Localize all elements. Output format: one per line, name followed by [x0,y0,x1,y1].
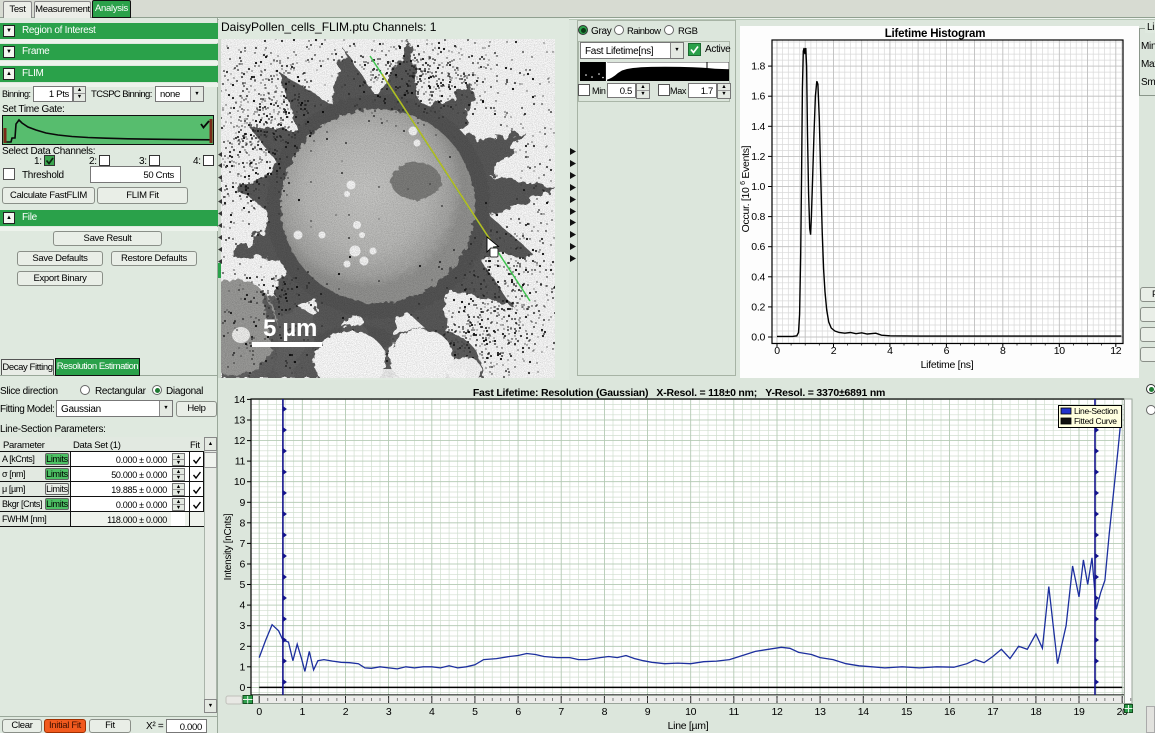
svg-text:6: 6 [944,345,950,357]
svg-text:3: 3 [239,620,245,632]
svg-text:1.2: 1.2 [751,151,765,163]
svg-text:0: 0 [774,345,780,357]
svg-text:0.8: 0.8 [751,211,765,223]
svg-text:8: 8 [602,706,608,718]
svg-text:15: 15 [901,706,913,718]
svg-text:2: 2 [239,641,245,653]
svg-text:18: 18 [1030,706,1042,718]
svg-text:5: 5 [472,706,478,718]
svg-text:3: 3 [386,706,392,718]
svg-text:5: 5 [239,579,245,591]
svg-text:12: 12 [234,435,246,447]
svg-text:9: 9 [239,497,245,509]
svg-text:Intensity [nCnts]: Intensity [nCnts] [223,513,234,580]
svg-text:Occur. [10 6 Events]: Occur. [10 6 Events] [740,145,752,232]
svg-text:19: 19 [1073,706,1085,718]
svg-text:1: 1 [239,661,245,673]
svg-text:11: 11 [235,456,246,468]
svg-text:14: 14 [858,706,870,718]
svg-text:7: 7 [239,538,245,550]
svg-text:6: 6 [515,706,521,718]
svg-text:6: 6 [239,559,245,571]
svg-text:10: 10 [234,476,246,488]
svg-text:11: 11 [729,706,740,718]
svg-text:2: 2 [343,706,349,718]
svg-text:Lifetime [ns]: Lifetime [ns] [921,359,974,371]
svg-text:Fast Lifetime: Resolution (Gau: Fast Lifetime: Resolution (Gaussian) X-R… [473,387,885,399]
svg-text:1.0: 1.0 [751,181,765,193]
svg-text:14: 14 [234,394,246,406]
svg-text:13: 13 [815,706,827,718]
svg-text:4: 4 [887,345,893,357]
svg-text:1: 1 [300,706,306,718]
svg-text:7: 7 [558,706,564,718]
svg-text:9: 9 [645,706,651,718]
svg-text:Line-Section: Line-Section [1074,406,1118,416]
svg-text:Line [µm]: Line [µm] [668,720,709,732]
svg-text:0: 0 [239,682,245,694]
svg-text:17: 17 [987,706,999,718]
svg-text:4: 4 [429,706,435,718]
svg-text:1.4: 1.4 [751,121,765,133]
svg-text:12: 12 [1110,345,1122,357]
svg-text:1.6: 1.6 [751,91,765,103]
svg-text:2: 2 [831,345,837,357]
svg-text:Lifetime Histogram: Lifetime Histogram [885,28,986,40]
svg-text:1.8: 1.8 [751,61,765,73]
svg-text:0.0: 0.0 [751,332,765,344]
svg-text:8: 8 [1000,345,1006,357]
svg-text:4: 4 [239,600,245,612]
svg-text:0.2: 0.2 [751,301,765,313]
svg-text:0: 0 [256,706,262,718]
svg-text:0.6: 0.6 [751,241,765,253]
svg-text:8: 8 [239,517,245,529]
svg-text:12: 12 [771,706,783,718]
svg-text:0.4: 0.4 [751,271,765,283]
svg-text:10: 10 [685,706,697,718]
svg-text:13: 13 [234,415,246,427]
svg-text:16: 16 [944,706,956,718]
svg-text:10: 10 [1054,345,1066,357]
svg-text:Fitted Curve: Fitted Curve [1074,416,1117,426]
